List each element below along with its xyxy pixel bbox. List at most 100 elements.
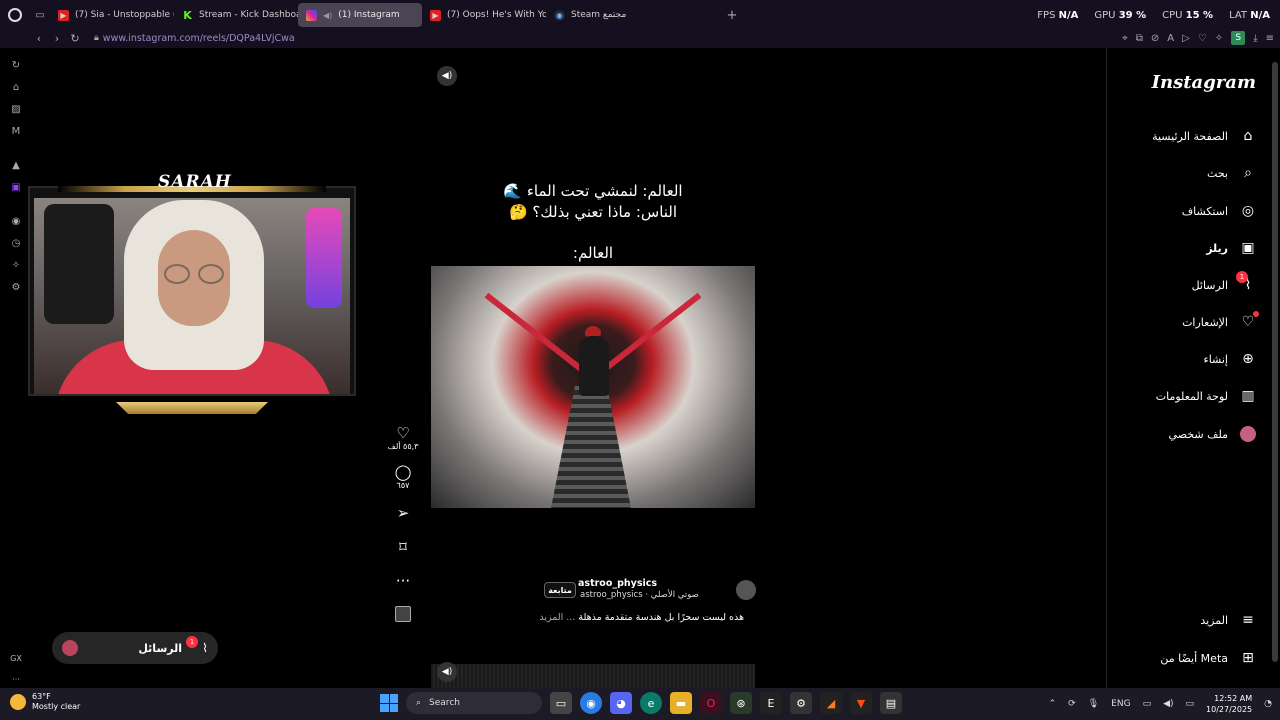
tab-title: Steam مجتمع: [571, 10, 627, 20]
network-icon[interactable]: ▭: [1143, 699, 1152, 709]
reel-actions: ♡ ٥٥,٣ ألف ◯ ٦٥٧ ➢ ⌑ ···: [383, 424, 423, 622]
tab-steam[interactable]: ◉ Steam مجتمع: [546, 3, 670, 27]
task-view-icon[interactable]: ▭: [550, 692, 572, 714]
follow-button[interactable]: متابعة: [544, 582, 576, 598]
nav-reels[interactable]: ريلز ▣: [1108, 236, 1258, 260]
profile-avatar[interactable]: S: [1231, 31, 1246, 45]
nav-notifications[interactable]: الإشعارات ♡: [1108, 310, 1259, 334]
messenger-m-icon[interactable]: M: [0, 120, 32, 142]
heart-icon: ♡: [396, 424, 410, 442]
bookmark-heart-icon[interactable]: ♡: [1198, 33, 1207, 44]
nav-explore[interactable]: استكشاف ◎: [1108, 199, 1258, 223]
nav-search[interactable]: بحث ⌕: [1108, 161, 1258, 185]
chrome-icon[interactable]: ◉: [580, 692, 602, 714]
like-button[interactable]: ♡ ٥٥,٣ ألف: [388, 424, 419, 451]
opera-gx-icon[interactable]: O: [700, 692, 722, 714]
reels-icon: ▣: [1241, 240, 1255, 256]
settings-app-icon[interactable]: ⚙: [790, 692, 812, 714]
clock[interactable]: 12:52 AM 10/27/2025: [1206, 693, 1252, 715]
nav-also-from-meta[interactable]: أيضًا من Meta ⊞: [1108, 646, 1258, 670]
notification-bell-icon[interactable]: ◔: [1264, 699, 1272, 709]
xbox-icon[interactable]: ⊛: [730, 692, 752, 714]
youtube-icon: ▶: [430, 9, 441, 21]
avatar: [1240, 426, 1256, 442]
pin-icon[interactable]: ⌖: [1122, 33, 1128, 44]
chevron-up-icon[interactable]: ⌃: [1049, 699, 1057, 709]
nav-more[interactable]: المزيد ≡: [1108, 608, 1258, 632]
nav-create[interactable]: إنشاء ⊕: [1108, 347, 1258, 371]
nav-profile[interactable]: ملف شخصي: [1108, 422, 1258, 446]
gx-corner-icon[interactable]: ⌂: [0, 76, 32, 98]
author-username[interactable]: astroo_physics: [578, 578, 657, 589]
nav-home[interactable]: الصفحة الرئيسية ⌂: [1108, 124, 1258, 148]
microphone-icon[interactable]: 🎙︎: [1088, 699, 1099, 709]
file-explorer-icon[interactable]: ▬: [670, 692, 692, 714]
messenger-icon: ⌇: [202, 641, 208, 655]
url-field[interactable]: www.instagram.com/reels/DQPa4LVjCwa: [103, 33, 295, 44]
sarah-logo: SARAH: [158, 172, 232, 192]
new-tab-button[interactable]: +: [722, 8, 742, 23]
messages-label: الرسائل: [138, 641, 182, 655]
author-avatar[interactable]: [736, 580, 756, 600]
taskbar-search[interactable]: ⌕ Search: [406, 692, 542, 714]
forward-button[interactable]: ›: [48, 32, 66, 45]
tab-youtube-oops[interactable]: ▶ (7) Oops! He's With You?: [422, 3, 546, 27]
comment-count: ٦٥٧: [396, 481, 410, 490]
gx-cleaner-icon[interactable]: ▨: [0, 98, 32, 120]
tab-bar: ▭ ▶ (7) Sia - Unstoppable (Ly K Stream -…: [0, 0, 1280, 30]
app-icon[interactable]: ▤: [880, 692, 902, 714]
adblock-icon[interactable]: ⊘: [1151, 33, 1159, 44]
heart-icon: ♡: [1238, 311, 1259, 332]
messages-pill[interactable]: ⌇ 1 الرسائل: [52, 632, 218, 664]
tab-youtube-sia[interactable]: ▶ (7) Sia - Unstoppable (Ly: [50, 3, 174, 27]
reel-video[interactable]: [431, 266, 755, 508]
menu-icon[interactable]: ≡: [1266, 33, 1274, 44]
battery-icon[interactable]: ▭: [1186, 699, 1195, 709]
volume-icon[interactable]: ◀): [1163, 699, 1173, 709]
tab-title: Stream - Kick Dashboard: [199, 10, 298, 20]
messenger-icon: ⌇ 1: [1236, 271, 1258, 295]
reload-button[interactable]: ↻: [66, 32, 84, 45]
extensions-icon[interactable]: ✧: [1215, 33, 1223, 44]
discord-icon[interactable]: ◕: [610, 692, 632, 714]
page-scrollbar[interactable]: [1270, 48, 1280, 688]
streaming-app-icon[interactable]: ◢: [820, 692, 842, 714]
tab-kick-dashboard[interactable]: K Stream - Kick Dashboard: [174, 3, 298, 27]
opera-logo-icon[interactable]: [0, 0, 30, 30]
download-icon[interactable]: ⤓: [1253, 33, 1257, 44]
save-button[interactable]: ⌑: [399, 538, 407, 556]
instagram-logo[interactable]: Instagram: [1152, 72, 1256, 93]
speaker-icon[interactable]: ◀): [323, 11, 332, 20]
steam-icon: ◉: [554, 9, 565, 21]
workspaces-icon[interactable]: ▭: [30, 0, 50, 30]
more-icon[interactable]: ···: [12, 675, 20, 684]
play-icon[interactable]: ▷: [1182, 33, 1190, 44]
sync-icon[interactable]: ⟳: [1068, 699, 1076, 709]
epic-games-icon[interactable]: E: [760, 692, 782, 714]
audio-label[interactable]: صوتي الأصلي · astroo_physics: [580, 590, 699, 600]
more-link[interactable]: ... المزيد: [539, 612, 575, 623]
nav-messages[interactable]: الرسائل ⌇ 1: [1108, 271, 1258, 297]
next-reel-preview[interactable]: [431, 664, 755, 688]
gx-control-icon[interactable]: ↻: [0, 54, 32, 76]
tab-instagram[interactable]: ◀) (1) Instagram: [298, 3, 422, 27]
language-indicator[interactable]: ENG: [1111, 699, 1130, 709]
messages-badge: 1: [1236, 271, 1248, 283]
webcam-overlay: SARAH: [28, 172, 356, 414]
weather-widget[interactable]: 63°F Mostly clear: [10, 692, 80, 712]
back-button[interactable]: ‹: [30, 32, 48, 45]
gx-icon[interactable]: GX: [10, 654, 22, 663]
edge-icon[interactable]: e: [640, 692, 662, 714]
more-options-button[interactable]: ···: [396, 572, 410, 590]
mute-button-next[interactable]: ◀): [437, 662, 457, 682]
nav-dashboard[interactable]: لوحة المعلومات ▥: [1108, 384, 1258, 408]
bookmark-icon: ⌑: [399, 538, 407, 556]
translate-icon[interactable]: A: [1167, 33, 1174, 44]
snapshot-icon[interactable]: ⧉: [1136, 33, 1143, 44]
share-button[interactable]: ➢: [397, 504, 410, 522]
comment-button[interactable]: ◯ ٦٥٧: [395, 463, 412, 490]
brave-icon[interactable]: ▼: [850, 692, 872, 714]
mute-button[interactable]: ◀): [437, 66, 457, 86]
windows-start-icon[interactable]: [380, 694, 398, 712]
audio-thumbnail[interactable]: [395, 606, 411, 622]
